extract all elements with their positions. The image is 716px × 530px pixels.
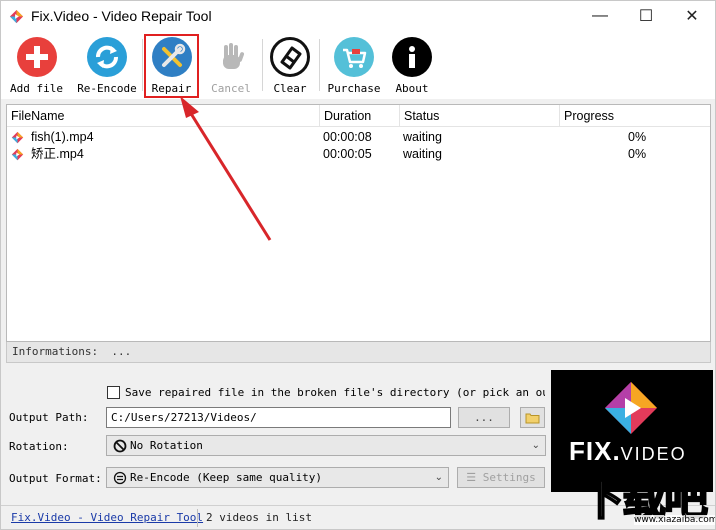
save-in-broken-dir-checkbox[interactable] bbox=[107, 386, 120, 399]
chevron-down-icon: ⌄ bbox=[434, 472, 443, 483]
rotation-select[interactable]: No Rotation ⌄ bbox=[106, 435, 546, 456]
output-path-label: Output Path: bbox=[9, 411, 89, 424]
save-in-broken-dir-label: Save repaired file in the broken file's … bbox=[125, 386, 545, 399]
toolbar: Add file Re-Encode Repair Cancel Clear P… bbox=[1, 31, 715, 99]
hand-stop-icon bbox=[211, 37, 251, 77]
video-file-icon bbox=[11, 148, 24, 161]
video-count: 2 videos in list bbox=[206, 511, 312, 524]
refresh-icon bbox=[87, 37, 127, 77]
cart-icon bbox=[334, 37, 374, 77]
clear-label: Clear bbox=[273, 82, 307, 95]
rotation-value: No Rotation bbox=[130, 439, 203, 452]
file-status: waiting bbox=[403, 147, 442, 161]
cancel-button[interactable]: Cancel bbox=[206, 35, 256, 97]
information-bar: Informations: ... bbox=[6, 342, 711, 363]
app-window: Fix.Video - Video Repair Tool — ☐ ✕ Add … bbox=[0, 0, 716, 530]
table-row[interactable]: fish(1).mp4 00:00:08 waiting 0% bbox=[7, 129, 710, 146]
settings-button[interactable]: ☰ Settings bbox=[457, 467, 545, 488]
information-label: Informations: ... bbox=[12, 345, 132, 358]
file-name: 矫正.mp4 bbox=[31, 147, 84, 161]
close-icon: ✕ bbox=[685, 8, 699, 25]
file-duration: 00:00:08 bbox=[323, 130, 372, 144]
settings-label: Settings bbox=[482, 471, 536, 484]
purchase-button[interactable]: Purchase bbox=[327, 35, 381, 97]
file-name: fish(1).mp4 bbox=[31, 130, 94, 144]
folder-icon bbox=[525, 413, 540, 424]
column-header-filename[interactable]: FileName bbox=[7, 105, 320, 127]
about-button[interactable]: About bbox=[390, 35, 434, 97]
repair-highlight-frame bbox=[144, 34, 199, 98]
cancel-label: Cancel bbox=[211, 82, 251, 95]
close-button[interactable]: ✕ bbox=[669, 1, 715, 31]
output-format-value: Re-Encode (Keep same quality) bbox=[130, 471, 323, 484]
output-format-select[interactable]: Re-Encode (Keep same quality) ⌄ bbox=[106, 467, 449, 488]
eraser-icon bbox=[270, 37, 310, 77]
file-progress: 0% bbox=[628, 130, 647, 144]
output-path-input[interactable]: C:/Users/27213/Videos/ bbox=[106, 407, 451, 428]
title-bar: Fix.Video - Video Repair Tool — ☐ ✕ bbox=[1, 1, 715, 31]
no-rotation-icon bbox=[113, 439, 127, 453]
column-header-status[interactable]: Status bbox=[400, 105, 560, 127]
file-duration: 00:00:05 bbox=[323, 147, 372, 161]
open-folder-button[interactable] bbox=[520, 407, 545, 428]
logo-diamond-icon bbox=[605, 382, 657, 434]
output-format-label: Output Format: bbox=[9, 472, 102, 485]
browse-button[interactable]: ... bbox=[458, 407, 510, 428]
file-progress: 0% bbox=[628, 147, 647, 161]
chevron-down-icon: ⌄ bbox=[531, 440, 540, 451]
re-encode-format-icon bbox=[113, 471, 127, 485]
re-encode-button[interactable]: Re-Encode bbox=[77, 35, 137, 97]
file-list-header: FileName Duration Status Progress bbox=[7, 105, 710, 127]
re-encode-label: Re-Encode bbox=[77, 82, 137, 95]
site-watermark: 下载吧 www.xiazaiba.com bbox=[576, 463, 716, 529]
add-file-button[interactable]: Add file bbox=[9, 35, 64, 97]
column-header-progress[interactable]: Progress bbox=[560, 105, 710, 127]
watermark-url: www.xiazaiba.com bbox=[634, 515, 716, 525]
table-row[interactable]: 矫正.mp4 00:00:05 waiting 0% bbox=[7, 146, 710, 163]
about-label: About bbox=[395, 82, 429, 95]
toolbar-separator bbox=[319, 39, 320, 91]
app-logo-icon bbox=[9, 9, 24, 24]
maximize-icon: ☐ bbox=[638, 8, 654, 25]
status-separator bbox=[197, 509, 198, 527]
toolbar-separator bbox=[142, 39, 143, 91]
information-value: ... bbox=[111, 345, 132, 358]
add-file-label: Add file bbox=[10, 82, 63, 95]
toolbar-separator bbox=[262, 39, 263, 91]
plus-icon bbox=[16, 37, 57, 77]
file-status: waiting bbox=[403, 130, 442, 144]
maximize-button[interactable]: ☐ bbox=[623, 1, 669, 31]
website-link[interactable]: Fix.Video - Video Repair Tool bbox=[11, 511, 203, 524]
purchase-label: Purchase bbox=[327, 82, 381, 95]
minimize-button[interactable]: — bbox=[577, 1, 623, 31]
window-title: Fix.Video - Video Repair Tool bbox=[31, 8, 212, 24]
column-header-duration[interactable]: Duration bbox=[320, 105, 400, 127]
video-file-icon bbox=[11, 131, 24, 144]
clear-button[interactable]: Clear bbox=[267, 35, 313, 97]
info-icon bbox=[392, 37, 432, 77]
file-list[interactable]: FileName Duration Status Progress fish(1… bbox=[6, 104, 711, 342]
rotation-label: Rotation: bbox=[9, 440, 69, 453]
minimize-icon: — bbox=[592, 7, 608, 24]
sliders-icon: ☰ bbox=[466, 471, 477, 484]
